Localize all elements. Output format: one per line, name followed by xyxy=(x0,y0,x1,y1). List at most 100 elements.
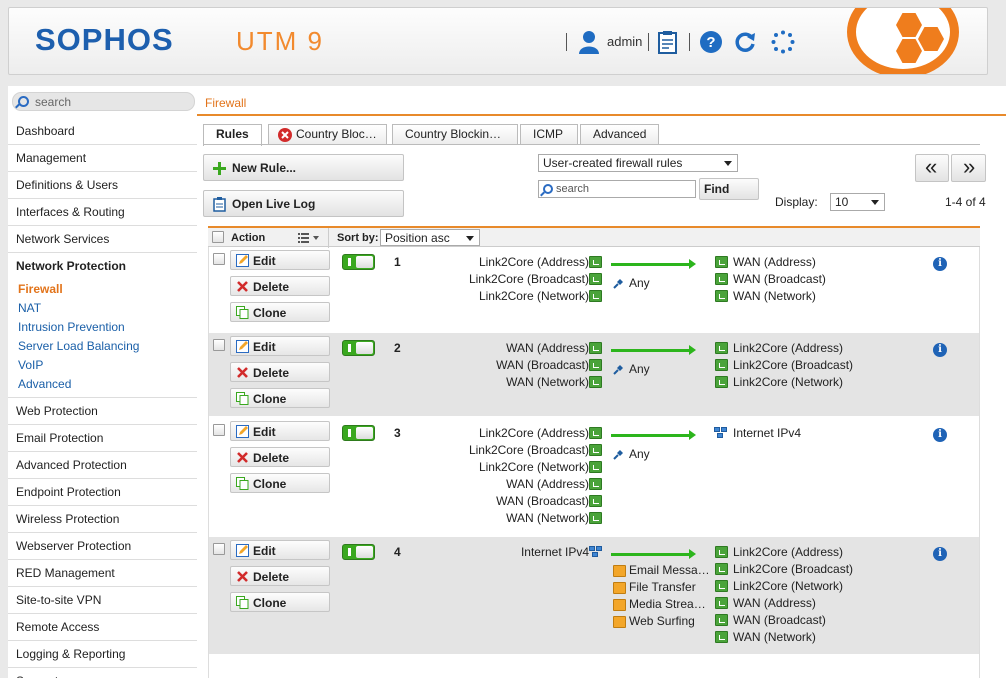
refresh-icon[interactable] xyxy=(733,30,757,54)
open-live-log-button[interactable]: Open Live Log xyxy=(203,190,404,217)
button-label: Edit xyxy=(253,340,276,354)
rule-checkbox[interactable] xyxy=(213,339,225,351)
sidebar-subitem-advanced[interactable]: Advanced xyxy=(8,375,197,394)
edit-button[interactable]: Edit xyxy=(230,540,330,560)
rule-direction-arrow xyxy=(611,259,696,269)
sidebar-subitem-firewall[interactable]: Firewall xyxy=(8,280,197,299)
sidebar-item-network-protection[interactable]: Network Protection xyxy=(8,253,197,280)
network-icon xyxy=(715,376,728,388)
edit-button[interactable]: Edit xyxy=(230,336,330,356)
rule-destination: WAN (Address) xyxy=(733,596,816,610)
rule-filter-select[interactable]: User-created firewall rules xyxy=(538,154,738,172)
tab-country-blocking-exceptions[interactable]: Country Blockin… xyxy=(392,124,518,145)
user-icon[interactable] xyxy=(578,30,600,54)
tab-country-blocking[interactable]: Country Bloc… xyxy=(268,124,387,145)
rule-source: WAN (Network) xyxy=(506,375,589,389)
network-icon xyxy=(589,359,602,371)
tab-advanced[interactable]: Advanced xyxy=(580,124,659,145)
rule-source: Link2Core (Network) xyxy=(478,460,589,474)
clone-button[interactable]: Clone xyxy=(230,388,330,408)
new-rule-button[interactable]: New Rule... xyxy=(203,154,404,181)
rule-source: WAN (Address) xyxy=(506,477,589,491)
tab-icmp[interactable]: ICMP xyxy=(520,124,578,145)
delete-button[interactable]: Delete xyxy=(230,566,330,586)
rule-checkbox[interactable] xyxy=(213,253,225,265)
button-label: Edit xyxy=(253,544,276,558)
sidebar-subitem-voip[interactable]: VoIP xyxy=(8,356,197,375)
help-icon[interactable]: ? xyxy=(699,30,723,54)
column-menu-icon[interactable] xyxy=(298,233,322,243)
sidebar-search[interactable]: search xyxy=(12,92,195,111)
display-count-select[interactable]: 10 xyxy=(830,193,885,211)
sidebar-item-wireless-protection[interactable]: Wireless Protection xyxy=(8,506,197,533)
network-icon xyxy=(715,546,728,558)
rule-destination: WAN (Broadcast) xyxy=(733,613,826,627)
sidebar-subitem-server-load-balancing[interactable]: Server Load Balancing xyxy=(8,337,197,356)
select-all-checkbox[interactable] xyxy=(212,231,224,243)
clone-button[interactable]: Clone xyxy=(230,473,330,493)
find-button[interactable]: Find xyxy=(699,178,759,200)
sort-select[interactable]: Position asc xyxy=(380,229,480,246)
delete-button[interactable]: Delete xyxy=(230,362,330,382)
sidebar-item-definitions-users[interactable]: Definitions & Users xyxy=(8,172,197,199)
rule-search-input[interactable]: search xyxy=(538,180,696,198)
table-row: Edit Delete Clone 1 Link2Core (Address) Link2… xyxy=(209,247,979,331)
sidebar-item-email-protection[interactable]: Email Protection xyxy=(8,425,197,452)
sidebar-subitem-nat[interactable]: NAT xyxy=(8,299,197,318)
network-icon xyxy=(589,512,602,524)
sidebar-subitem-intrusion-prevention[interactable]: Intrusion Prevention xyxy=(8,318,197,337)
rule-checkbox[interactable] xyxy=(213,424,225,436)
sidebar-item-dashboard[interactable]: Dashboard xyxy=(8,118,197,145)
sidebar-item-support[interactable]: Support xyxy=(8,668,197,678)
delete-button[interactable]: Delete xyxy=(230,447,330,467)
rule-enabled-toggle[interactable] xyxy=(342,254,375,270)
rule-enabled-toggle[interactable] xyxy=(342,544,375,560)
info-icon[interactable]: i xyxy=(933,343,947,357)
button-label: Clone xyxy=(253,306,287,320)
username-link[interactable]: admin xyxy=(607,34,642,49)
report-icon[interactable] xyxy=(656,30,680,54)
sidebar-item-interfaces-routing[interactable]: Interfaces & Routing xyxy=(8,199,197,226)
rule-source: Link2Core (Address) xyxy=(478,426,589,440)
rule-service: Web Surfing xyxy=(629,614,695,628)
sidebar-item-red-management[interactable]: RED Management xyxy=(8,560,197,587)
rule-source: Link2Core (Broadcast) xyxy=(468,272,589,286)
clone-button[interactable]: Clone xyxy=(230,302,330,322)
sidebar-item-logging-reporting[interactable]: Logging & Reporting xyxy=(8,641,197,668)
header-divider xyxy=(328,228,329,248)
sidebar-item-remote-access[interactable]: Remote Access xyxy=(8,614,197,641)
rule-enabled-toggle[interactable] xyxy=(342,340,375,356)
button-label: Delete xyxy=(253,451,290,465)
clone-icon xyxy=(236,306,249,319)
sidebar-item-management[interactable]: Management xyxy=(8,145,197,172)
network-icon xyxy=(589,461,602,473)
sidebar-item-site-to-site-vpn[interactable]: Site-to-site VPN xyxy=(8,587,197,614)
rule-number: 4 xyxy=(394,545,401,559)
info-icon[interactable]: i xyxy=(933,547,947,561)
clone-button[interactable]: Clone xyxy=(230,592,330,612)
tab-rules[interactable]: Rules xyxy=(203,124,262,146)
edit-icon xyxy=(236,254,249,267)
sidebar-item-advanced-protection[interactable]: Advanced Protection xyxy=(8,452,197,479)
rule-source: WAN (Network) xyxy=(506,511,589,525)
tab-underline xyxy=(203,144,980,145)
sidebar-item-web-protection[interactable]: Web Protection xyxy=(8,398,197,425)
edit-button[interactable]: Edit xyxy=(230,250,330,270)
network-icon xyxy=(589,342,602,354)
sidebar-item-webserver-protection[interactable]: Webserver Protection xyxy=(8,533,197,560)
rule-enabled-toggle[interactable] xyxy=(342,425,375,441)
header-divider xyxy=(648,33,649,51)
edit-button[interactable]: Edit xyxy=(230,421,330,441)
rule-destination: WAN (Network) xyxy=(733,289,816,303)
delete-button[interactable]: Delete xyxy=(230,276,330,296)
rule-destination: Link2Core (Network) xyxy=(733,579,844,593)
button-label: Clone xyxy=(253,596,287,610)
info-icon[interactable]: i xyxy=(933,428,947,442)
next-page-button[interactable]: » xyxy=(951,154,986,182)
info-icon[interactable]: i xyxy=(933,257,947,271)
rule-checkbox[interactable] xyxy=(213,543,225,555)
sidebar-item-network-services[interactable]: Network Services xyxy=(8,226,197,253)
network-icon xyxy=(715,256,728,268)
first-page-button[interactable]: « xyxy=(915,154,949,182)
sidebar-item-endpoint-protection[interactable]: Endpoint Protection xyxy=(8,479,197,506)
